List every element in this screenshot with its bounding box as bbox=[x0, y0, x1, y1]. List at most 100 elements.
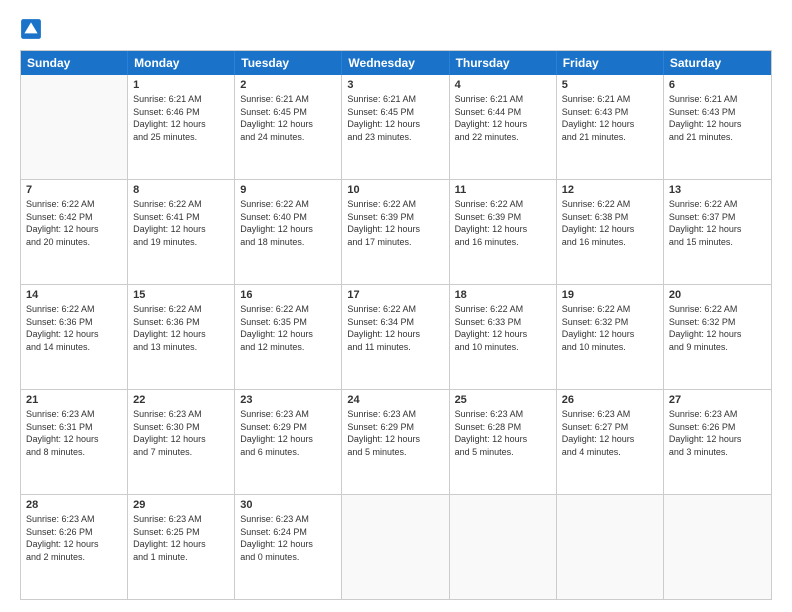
calendar-cell: 26 Sunrise: 6:23 AMSunset: 6:27 PMDayligh… bbox=[557, 390, 664, 494]
page: SundayMondayTuesdayWednesdayThursdayFrid… bbox=[0, 0, 792, 612]
day-number: 16 bbox=[240, 289, 336, 301]
day-info: Sunrise: 6:22 AMSunset: 6:33 PMDaylight:… bbox=[455, 303, 551, 353]
day-number: 5 bbox=[562, 79, 658, 91]
day-info: Sunrise: 6:22 AMSunset: 6:32 PMDaylight:… bbox=[562, 303, 658, 353]
calendar-cell: 18 Sunrise: 6:22 AMSunset: 6:33 PMDayligh… bbox=[450, 285, 557, 389]
day-number: 29 bbox=[133, 499, 229, 511]
day-info: Sunrise: 6:21 AMSunset: 6:46 PMDaylight:… bbox=[133, 93, 229, 143]
calendar-cell: 15 Sunrise: 6:22 AMSunset: 6:36 PMDayligh… bbox=[128, 285, 235, 389]
day-number: 1 bbox=[133, 79, 229, 91]
day-info: Sunrise: 6:23 AMSunset: 6:27 PMDaylight:… bbox=[562, 408, 658, 458]
calendar-cell: 9 Sunrise: 6:22 AMSunset: 6:40 PMDaylight… bbox=[235, 180, 342, 284]
calendar-cell: 20 Sunrise: 6:22 AMSunset: 6:32 PMDayligh… bbox=[664, 285, 771, 389]
day-info: Sunrise: 6:22 AMSunset: 6:41 PMDaylight:… bbox=[133, 198, 229, 248]
day-number: 12 bbox=[562, 184, 658, 196]
weekday-header: Tuesday bbox=[235, 51, 342, 75]
calendar-cell: 27Sunrise: 6:23 AMSunset: 6:26 PMDayligh… bbox=[664, 390, 771, 494]
calendar-cell: 30 Sunrise: 6:23 AMSunset: 6:24 PMDayligh… bbox=[235, 495, 342, 599]
calendar-cell: 24 Sunrise: 6:23 AMSunset: 6:29 PMDayligh… bbox=[342, 390, 449, 494]
calendar-cell bbox=[450, 495, 557, 599]
weekday-header: Sunday bbox=[21, 51, 128, 75]
day-info: Sunrise: 6:22 AMSunset: 6:34 PMDaylight:… bbox=[347, 303, 443, 353]
calendar: SundayMondayTuesdayWednesdayThursdayFrid… bbox=[20, 50, 772, 600]
day-number: 7 bbox=[26, 184, 122, 196]
day-number: 20 bbox=[669, 289, 766, 301]
calendar-cell: 3 Sunrise: 6:21 AMSunset: 6:45 PMDaylight… bbox=[342, 75, 449, 179]
day-number: 23 bbox=[240, 394, 336, 406]
calendar-cell: 7Sunrise: 6:22 AMSunset: 6:42 PMDaylight… bbox=[21, 180, 128, 284]
day-info: Sunrise: 6:21 AMSunset: 6:45 PMDaylight:… bbox=[347, 93, 443, 143]
day-number: 9 bbox=[240, 184, 336, 196]
weekday-header: Friday bbox=[557, 51, 664, 75]
day-number: 26 bbox=[562, 394, 658, 406]
calendar-cell: 29Sunrise: 6:23 AMSunset: 6:25 PMDayligh… bbox=[128, 495, 235, 599]
calendar-cell: 10 Sunrise: 6:22 AMSunset: 6:39 PMDayligh… bbox=[342, 180, 449, 284]
day-number: 4 bbox=[455, 79, 551, 91]
day-info: Sunrise: 6:22 AMSunset: 6:36 PMDaylight:… bbox=[133, 303, 229, 353]
day-info: Sunrise: 6:21 AMSunset: 6:44 PMDaylight:… bbox=[455, 93, 551, 143]
logo bbox=[20, 18, 46, 40]
day-number: 14 bbox=[26, 289, 122, 301]
day-info: Sunrise: 6:21 AMSunset: 6:45 PMDaylight:… bbox=[240, 93, 336, 143]
calendar-cell: 4 Sunrise: 6:21 AMSunset: 6:44 PMDaylight… bbox=[450, 75, 557, 179]
day-number: 2 bbox=[240, 79, 336, 91]
day-number: 24 bbox=[347, 394, 443, 406]
calendar-row: 7Sunrise: 6:22 AMSunset: 6:42 PMDaylight… bbox=[21, 180, 771, 285]
day-info: Sunrise: 6:23 AMSunset: 6:31 PMDaylight:… bbox=[26, 408, 122, 458]
day-number: 18 bbox=[455, 289, 551, 301]
day-info: Sunrise: 6:21 AMSunset: 6:43 PMDaylight:… bbox=[669, 93, 766, 143]
calendar-cell: 12 Sunrise: 6:22 AMSunset: 6:38 PMDayligh… bbox=[557, 180, 664, 284]
calendar-cell bbox=[557, 495, 664, 599]
calendar-cell: 1 Sunrise: 6:21 AMSunset: 6:46 PMDaylight… bbox=[128, 75, 235, 179]
weekday-header: Monday bbox=[128, 51, 235, 75]
day-number: 28 bbox=[26, 499, 122, 511]
calendar-cell bbox=[342, 495, 449, 599]
day-number: 21 bbox=[26, 394, 122, 406]
day-number: 6 bbox=[669, 79, 766, 91]
weekday-header: Thursday bbox=[450, 51, 557, 75]
day-info: Sunrise: 6:21 AMSunset: 6:43 PMDaylight:… bbox=[562, 93, 658, 143]
calendar-header: SundayMondayTuesdayWednesdayThursdayFrid… bbox=[21, 51, 771, 75]
day-info: Sunrise: 6:22 AMSunset: 6:32 PMDaylight:… bbox=[669, 303, 766, 353]
day-number: 15 bbox=[133, 289, 229, 301]
weekday-header: Saturday bbox=[664, 51, 771, 75]
day-number: 30 bbox=[240, 499, 336, 511]
calendar-cell bbox=[664, 495, 771, 599]
calendar-row: 28 Sunrise: 6:23 AMSunset: 6:26 PMDayligh… bbox=[21, 495, 771, 599]
calendar-cell: 22 Sunrise: 6:23 AMSunset: 6:30 PMDayligh… bbox=[128, 390, 235, 494]
day-info: Sunrise: 6:23 AMSunset: 6:26 PMDaylight:… bbox=[26, 513, 122, 563]
calendar-cell: 17 Sunrise: 6:22 AMSunset: 6:34 PMDayligh… bbox=[342, 285, 449, 389]
calendar-cell: 5 Sunrise: 6:21 AMSunset: 6:43 PMDaylight… bbox=[557, 75, 664, 179]
day-number: 22 bbox=[133, 394, 229, 406]
day-info: Sunrise: 6:23 AMSunset: 6:29 PMDaylight:… bbox=[240, 408, 336, 458]
calendar-cell: 2 Sunrise: 6:21 AMSunset: 6:45 PMDaylight… bbox=[235, 75, 342, 179]
calendar-cell: 6 Sunrise: 6:21 AMSunset: 6:43 PMDaylight… bbox=[664, 75, 771, 179]
day-info: Sunrise: 6:22 AMSunset: 6:39 PMDaylight:… bbox=[347, 198, 443, 248]
calendar-row: 21 Sunrise: 6:23 AMSunset: 6:31 PMDayligh… bbox=[21, 390, 771, 495]
calendar-cell: 19 Sunrise: 6:22 AMSunset: 6:32 PMDayligh… bbox=[557, 285, 664, 389]
calendar-body: 1 Sunrise: 6:21 AMSunset: 6:46 PMDaylight… bbox=[21, 75, 771, 599]
day-number: 10 bbox=[347, 184, 443, 196]
day-info: Sunrise: 6:22 AMSunset: 6:36 PMDaylight:… bbox=[26, 303, 122, 353]
calendar-cell: 13Sunrise: 6:22 AMSunset: 6:37 PMDayligh… bbox=[664, 180, 771, 284]
day-info: Sunrise: 6:23 AMSunset: 6:24 PMDaylight:… bbox=[240, 513, 336, 563]
day-number: 8 bbox=[133, 184, 229, 196]
calendar-cell: 16 Sunrise: 6:22 AMSunset: 6:35 PMDayligh… bbox=[235, 285, 342, 389]
calendar-cell: 28 Sunrise: 6:23 AMSunset: 6:26 PMDayligh… bbox=[21, 495, 128, 599]
day-number: 19 bbox=[562, 289, 658, 301]
day-info: Sunrise: 6:23 AMSunset: 6:29 PMDaylight:… bbox=[347, 408, 443, 458]
day-info: Sunrise: 6:22 AMSunset: 6:39 PMDaylight:… bbox=[455, 198, 551, 248]
day-number: 11 bbox=[455, 184, 551, 196]
header bbox=[20, 18, 772, 40]
day-number: 25 bbox=[455, 394, 551, 406]
day-info: Sunrise: 6:23 AMSunset: 6:28 PMDaylight:… bbox=[455, 408, 551, 458]
day-info: Sunrise: 6:22 AMSunset: 6:40 PMDaylight:… bbox=[240, 198, 336, 248]
day-info: Sunrise: 6:22 AMSunset: 6:35 PMDaylight:… bbox=[240, 303, 336, 353]
day-info: Sunrise: 6:23 AMSunset: 6:26 PMDaylight:… bbox=[669, 408, 766, 458]
day-info: Sunrise: 6:22 AMSunset: 6:38 PMDaylight:… bbox=[562, 198, 658, 248]
day-info: Sunrise: 6:23 AMSunset: 6:30 PMDaylight:… bbox=[133, 408, 229, 458]
calendar-cell: 14 Sunrise: 6:22 AMSunset: 6:36 PMDayligh… bbox=[21, 285, 128, 389]
day-info: Sunrise: 6:22 AMSunset: 6:37 PMDaylight:… bbox=[669, 198, 766, 248]
day-number: 17 bbox=[347, 289, 443, 301]
day-number: 3 bbox=[347, 79, 443, 91]
